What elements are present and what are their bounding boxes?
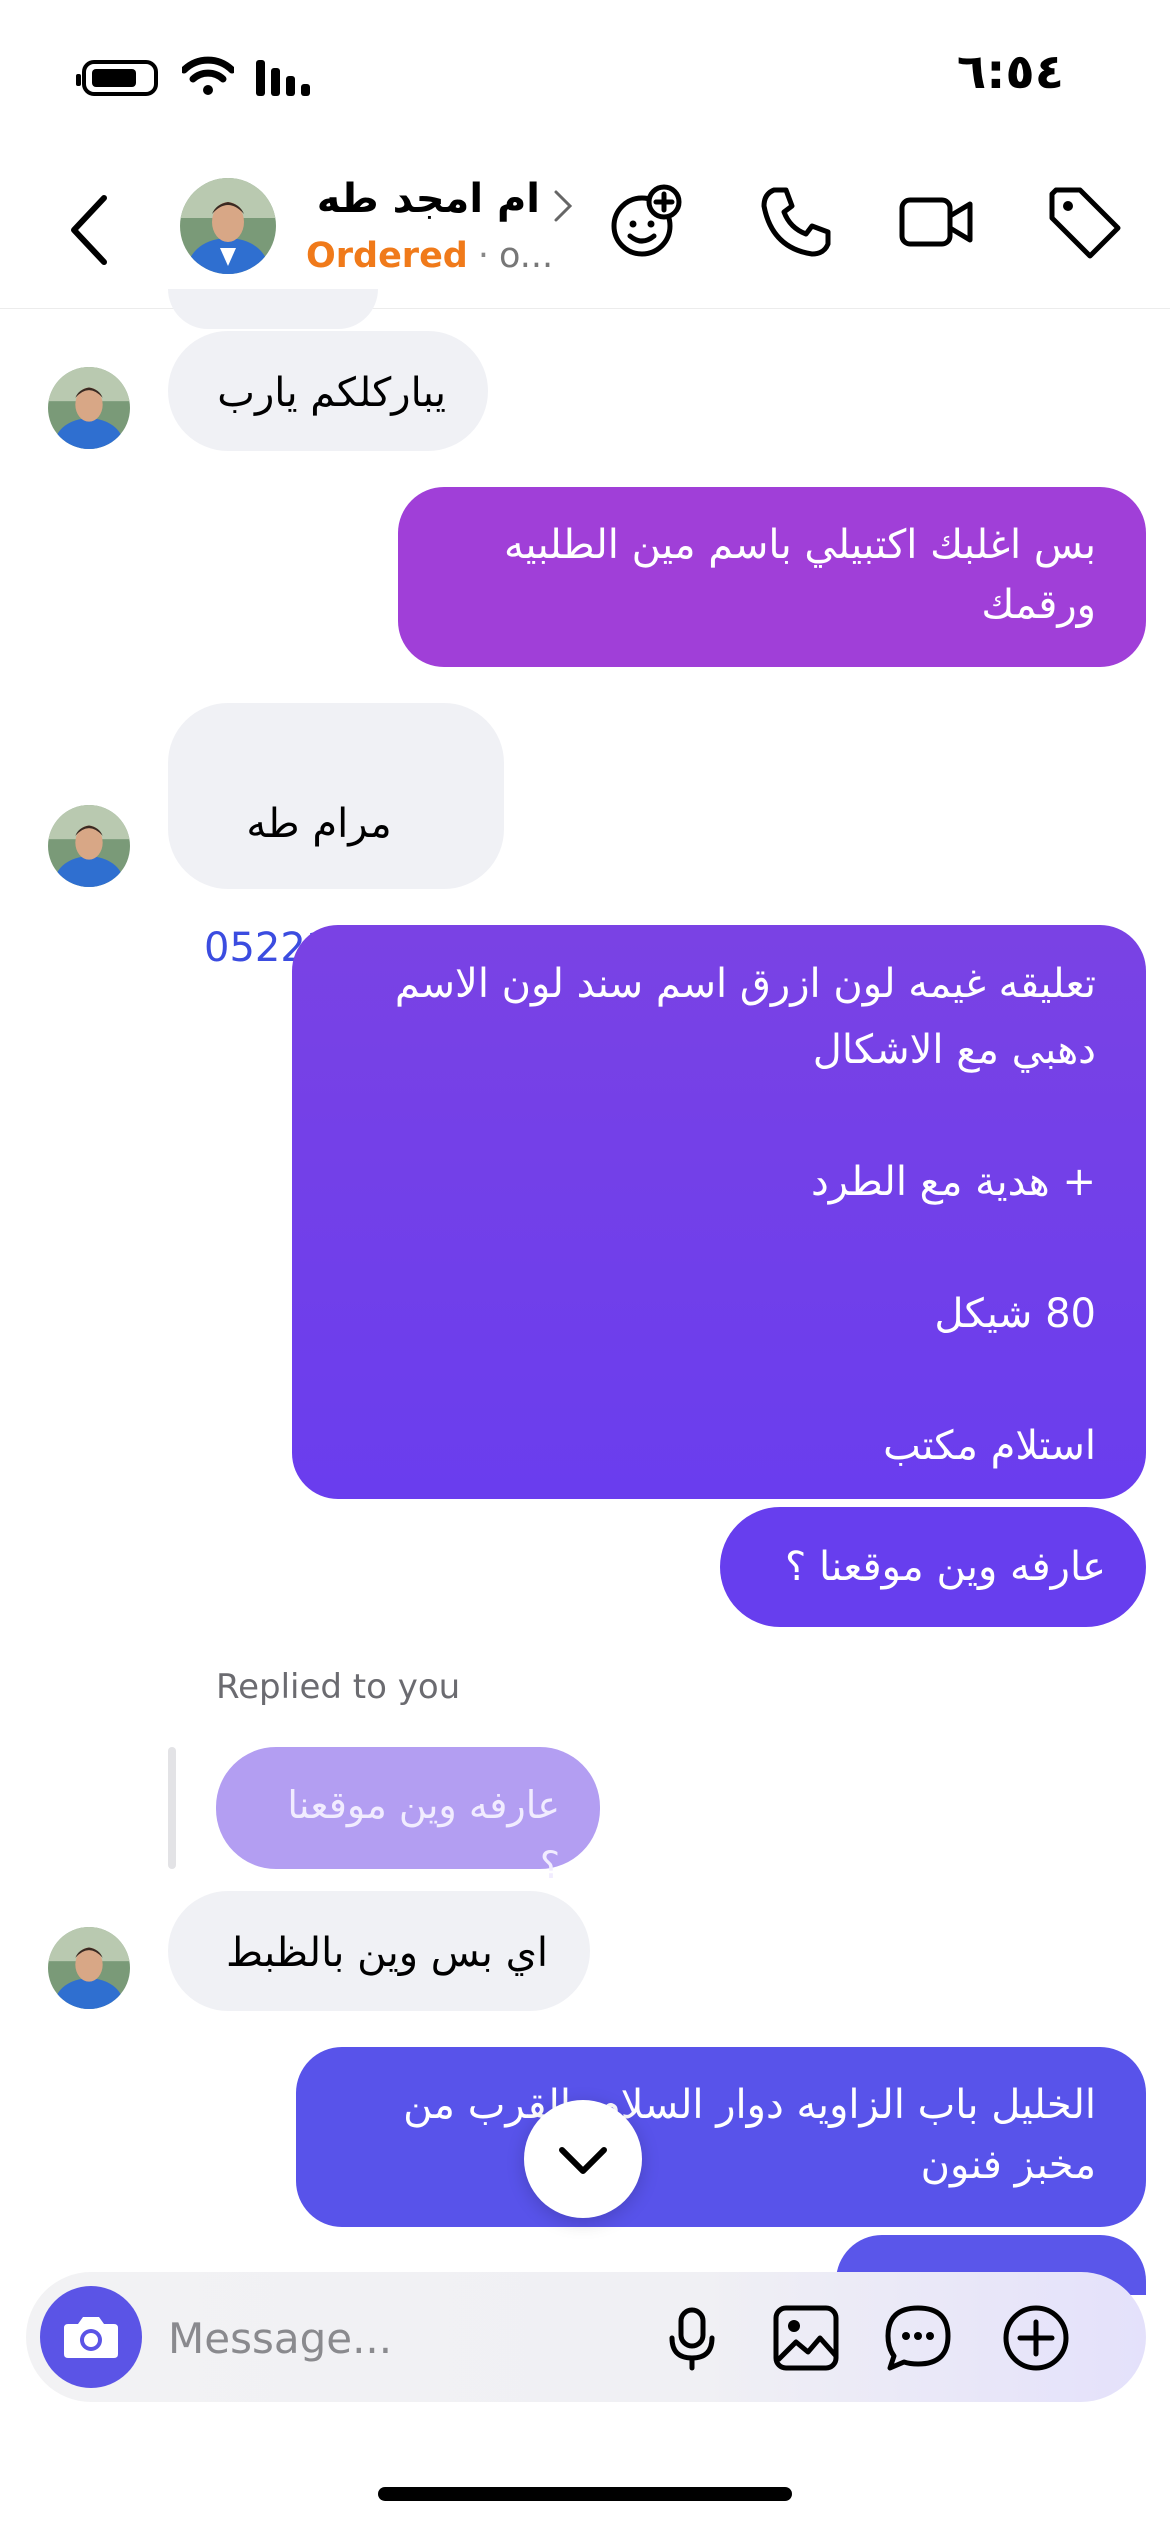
face-plus-icon[interactable] — [606, 182, 686, 262]
message-bubble-incoming[interactable]: يباركلكم يارب — [168, 331, 488, 451]
plus-circle-icon[interactable] — [1000, 2302, 1072, 2374]
video-icon[interactable] — [896, 182, 976, 262]
reply-label: Replied to you — [216, 1667, 461, 1707]
message-bubble-incoming[interactable]: مرام طه 0522110617 — [168, 703, 504, 971]
chat-header: ام امجد طه Ordered · o... — [0, 150, 1170, 309]
reply-indicator-bar — [168, 1747, 176, 1869]
tag-icon[interactable] — [1044, 182, 1124, 262]
sticker-chat-icon[interactable] — [882, 2302, 954, 2374]
chat-screen: ٦:٥٤ ام امجد طه Ordered · o... يباركلكم … — [0, 0, 1170, 2532]
camera-button[interactable] — [40, 2286, 142, 2388]
reply-quote-bubble[interactable]: عارفه وين موقعنا ؟ — [216, 1747, 600, 1887]
scroll-to-bottom-button[interactable] — [524, 2100, 642, 2218]
cropped-message-bubble — [168, 289, 378, 329]
mic-icon[interactable] — [656, 2302, 728, 2374]
message-bubble-outgoing[interactable]: الخليل باب الزاويه دوار السلام بالقرب من… — [296, 2047, 1146, 2227]
image-icon[interactable] — [770, 2302, 842, 2374]
wifi-icon — [182, 56, 234, 95]
status-more: o... — [499, 236, 554, 276]
back-chevron-icon[interactable] — [60, 190, 120, 270]
message-bubble-incoming[interactable]: اي بس وين بالظبط — [168, 1891, 590, 2011]
contact-avatar[interactable] — [180, 178, 276, 274]
chevron-right-icon[interactable] — [552, 186, 576, 226]
status-bar: ٦:٥٤ — [0, 0, 1170, 150]
message-input[interactable] — [166, 2300, 650, 2376]
battery-icon — [76, 60, 158, 96]
sender-avatar[interactable] — [48, 805, 130, 887]
contact-name[interactable]: ام امجد طه — [300, 176, 540, 222]
home-indicator[interactable] — [378, 2487, 792, 2501]
phone-icon[interactable] — [756, 182, 836, 262]
status-time: ٦:٥٤ — [956, 44, 1064, 100]
signal-icon — [256, 60, 310, 96]
ordered-label: Ordered — [306, 236, 468, 276]
message-text: مرام طه — [246, 801, 392, 847]
message-composer — [26, 2272, 1146, 2402]
message-bubble-outgoing[interactable]: عارفه وين موقعنا ؟ — [720, 1507, 1146, 1627]
message-bubble-outgoing[interactable]: تعليقه غيمه لون ازرق اسم سند لون الاسم د… — [292, 925, 1146, 1499]
camera-icon — [64, 2317, 118, 2358]
status-separator: · — [477, 236, 489, 276]
sender-avatar[interactable] — [48, 367, 130, 449]
chevron-down-icon — [559, 2147, 607, 2174]
contact-status: Ordered · o... — [306, 236, 553, 276]
message-bubble-outgoing[interactable]: بس اغلبك اكتبيلي باسم مين الطلبيه ورقمك — [398, 487, 1146, 667]
sender-avatar[interactable] — [48, 1927, 130, 2009]
